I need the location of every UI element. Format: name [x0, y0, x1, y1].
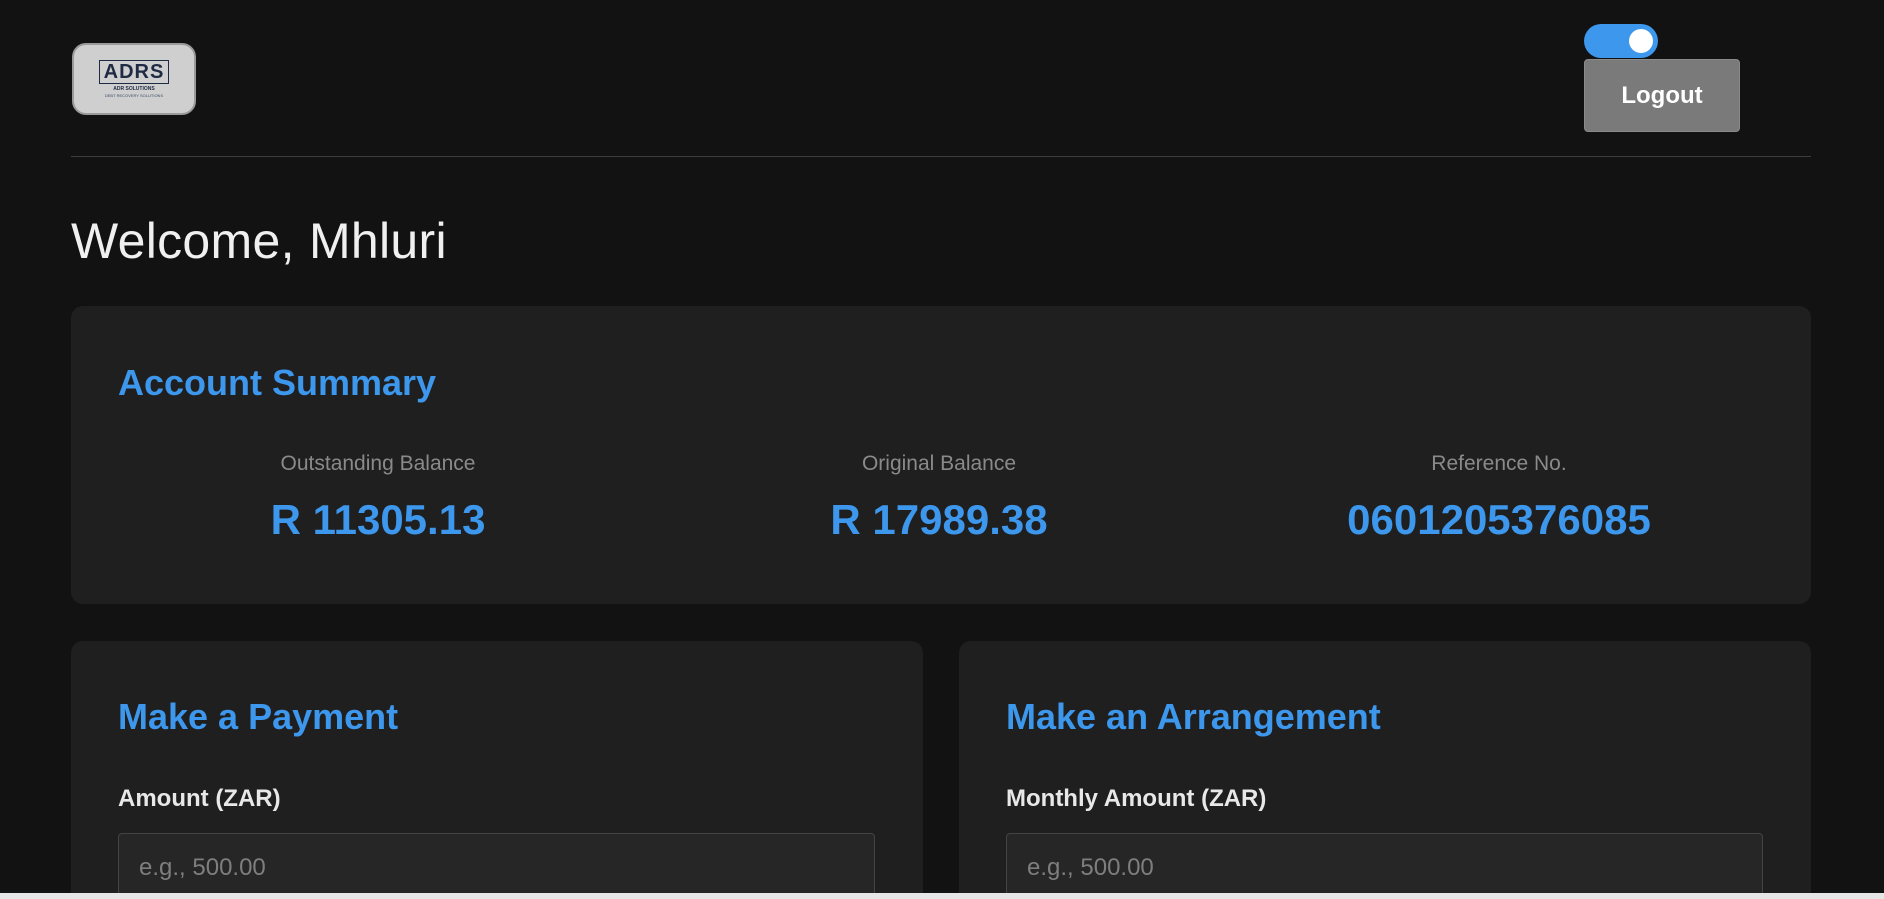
stat-value: R 17989.38: [830, 496, 1048, 543]
welcome-heading: Welcome, Mhluri: [71, 213, 447, 269]
window-bottom-edge: [0, 893, 1884, 899]
stat-label: Original Balance: [861, 452, 1017, 475]
make-arrangement-card: Make an Arrangement Monthly Amount (ZAR): [959, 641, 1811, 899]
monthly-amount-input[interactable]: [1006, 833, 1763, 899]
toggle-knob: [1629, 29, 1653, 53]
stat-value: R 11305.13: [270, 496, 486, 543]
make-payment-title: Make a Payment: [118, 696, 399, 737]
company-logo[interactable]: ADRS ADR SOLUTIONS DEBT RECOVERY SOLUTIO…: [72, 43, 196, 115]
monthly-amount-label: Monthly Amount (ZAR): [1006, 785, 1267, 812]
amount-input[interactable]: [118, 833, 875, 899]
stat-label: Reference No.: [1431, 452, 1567, 475]
stat-label: Outstanding Balance: [280, 452, 476, 475]
logout-button[interactable]: Logout: [1584, 59, 1740, 132]
make-payment-card: Make a Payment Amount (ZAR): [71, 641, 923, 899]
theme-toggle[interactable]: [1584, 24, 1658, 58]
outstanding-balance-stat: Outstanding Balance R 11305.13: [98, 452, 658, 544]
original-balance-stat: Original Balance R 17989.38: [659, 452, 1219, 544]
header: ADRS ADR SOLUTIONS DEBT RECOVERY SOLUTIO…: [71, 0, 1811, 157]
logo-subtext: ADR SOLUTIONS: [113, 86, 155, 92]
account-summary-title: Account Summary: [118, 362, 437, 403]
account-summary-card: Account Summary Outstanding Balance R 11…: [71, 306, 1811, 604]
logo-tagline: DEBT RECOVERY SOLUTIONS: [104, 93, 164, 98]
amount-label: Amount (ZAR): [118, 785, 281, 812]
stat-value: 0601205376085: [1347, 496, 1651, 543]
reference-number-stat: Reference No. 0601205376085: [1219, 452, 1779, 544]
logo-text: ADRS: [98, 60, 170, 84]
page: ADRS ADR SOLUTIONS DEBT RECOVERY SOLUTIO…: [0, 0, 1884, 899]
make-arrangement-title: Make an Arrangement: [1006, 696, 1381, 737]
